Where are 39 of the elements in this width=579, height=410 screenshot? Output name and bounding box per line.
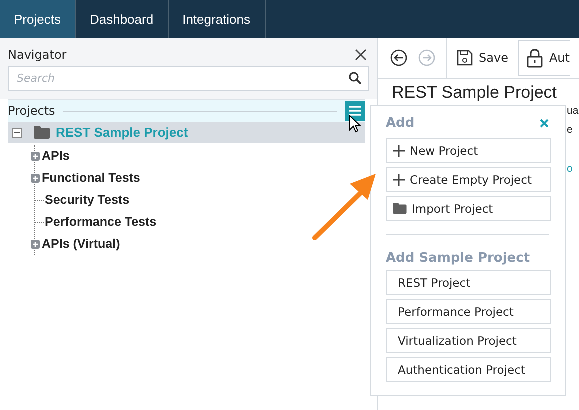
expand-icon[interactable] [31,152,40,160]
close-icon[interactable] [355,49,367,61]
folder-icon [34,126,50,139]
section-title: Projects [8,104,56,118]
text-fragment: ua [567,105,579,118]
search-icon[interactable] [349,72,362,85]
save-button[interactable]: Save [457,50,508,66]
nav-tab[interactable]: Projects [0,0,76,38]
menu-item[interactable]: REST Project [386,270,551,295]
plus-icon [393,174,405,186]
search-input[interactable]: Search [9,71,349,86]
menu-button[interactable] [345,101,365,121]
text-fragment: o [567,163,573,176]
project-title: REST Sample Project [392,83,558,103]
menu-item[interactable]: Authentication Project [386,357,551,382]
menu-item[interactable]: Import Project [386,196,551,221]
forward-icon[interactable] [418,49,436,67]
plus-icon [393,144,405,156]
auth-button[interactable]: Aut [518,40,570,76]
expand-icon[interactable] [31,174,40,182]
collapse-icon[interactable] [12,128,22,138]
cursor-icon [349,115,361,133]
tree-item[interactable]: Performance Tests [44,215,157,229]
back-icon[interactable] [390,49,408,67]
menu-title: Add [386,116,415,131]
menu-item[interactable]: Performance Project [386,299,551,324]
tree-item[interactable]: APIs (Virtual) [41,237,120,251]
panel-title: Navigator [8,48,67,62]
text-fragment: e [567,124,573,137]
menu-title: Add Sample Project [386,251,532,266]
menu-item[interactable]: New Project [386,138,551,163]
padlock-icon [527,48,544,68]
menu-item[interactable]: Create Empty Project [386,167,551,192]
tree-item[interactable]: Functional Tests [41,171,140,185]
expand-icon[interactable] [31,240,40,248]
tree-item[interactable]: Security Tests [44,193,130,207]
folder-icon [393,203,407,214]
tree-item[interactable]: APIs [41,149,70,163]
menu-item[interactable]: Virtualization Project [386,328,551,353]
